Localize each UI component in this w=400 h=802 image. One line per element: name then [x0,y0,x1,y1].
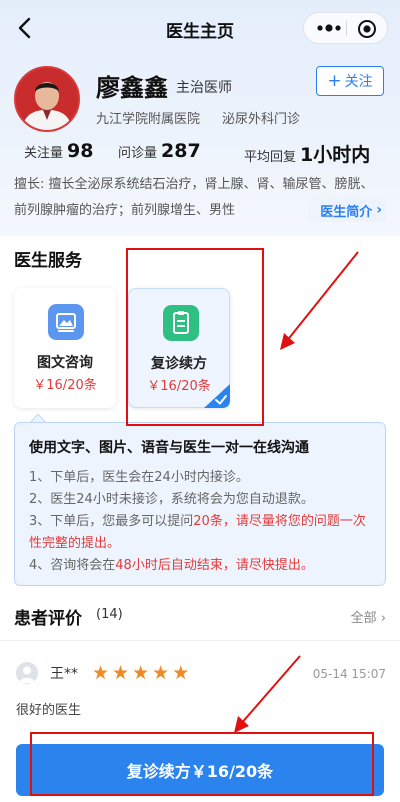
consults-label: 问诊量 [118,146,158,161]
service-name: 图文咨询 [37,355,93,371]
followers-stat: 关注量 98 [24,140,93,162]
doctor-title: 主治医师 [176,80,232,96]
chevron-right-icon: › [380,611,386,626]
chevron-right-icon: › [376,202,382,218]
reviews-count: (14) [96,607,123,622]
info-item-4-text: 4、咨询将会在 [29,558,116,573]
doctor-intro-label: 医生简介 [320,204,373,220]
star-icon: ★ [132,662,150,684]
doctor-name: 廖鑫鑫 [96,74,168,102]
info-item-2: 2、医生24小时未接诊，系统将会为您自动退款。 [29,492,314,507]
info-item-4-highlight: 48小时后自动结束，请尽快提出。 [115,558,314,573]
info-item-1: 1、下单后，医生会在24小时内接诊。 [29,470,249,485]
doctor-stats: 关注量 98 问诊量 287 平均回复 1小时内 [24,140,384,167]
reply-value: 1小时内 [300,144,371,166]
review-time: 05-14 15:07 [312,667,386,681]
divider [0,640,400,641]
reply-label: 平均回复 [244,150,297,165]
image-chat-icon [48,304,84,340]
follow-label: 关注 [344,74,373,90]
close-mini-program-icon[interactable] [356,18,378,40]
mini-program-capsule [303,12,388,44]
nav-bar: 医生主页 [0,0,400,58]
reviewer-avatar-icon [16,662,38,684]
reviews-title: 患者评价 [14,609,82,629]
follow-button[interactable]: + 关注 [316,66,384,96]
service-card-text-consult[interactable]: 图文咨询 ￥16/20条 [14,288,116,408]
annotation-box [30,732,374,796]
star-icon: ★ [92,662,110,684]
review-text: 很好的医生 [16,703,82,718]
review-rating: ★ ★ ★ ★ ★ [92,663,192,683]
annotation-box [126,248,264,426]
all-reviews-label: 全部 [350,611,377,626]
consults-stat: 问诊量 287 [118,140,201,162]
doctor-avatar [14,66,80,132]
services-title: 医生服务 [14,251,82,271]
info-item-3: 3、下单后，您最多可以提问20条，请尽量将您的问题一次性完整的提出。 [29,511,377,555]
capsule-divider [346,21,347,36]
star-icon: ★ [112,662,130,684]
consults-value: 287 [161,140,201,162]
department-name: 泌尿外科门诊 [222,112,301,127]
info-item-3-text: 3、下单后，您最多可以提问 [29,514,194,529]
plus-icon: + [327,70,342,91]
followers-value: 98 [67,140,94,162]
reviewer-name: 王** [50,666,78,682]
followers-label: 关注量 [24,146,64,161]
service-info-heading: 使用文字、图片、语音与医生一对一在线沟通 [29,440,309,456]
service-info-box: 使用文字、图片、语音与医生一对一在线沟通 1、下单后，医生会在24小时内接诊。 … [14,422,386,586]
doctor-intro-link[interactable]: 医生简介 › [308,198,386,222]
service-price: ￥16/20条 [33,378,97,393]
star-icon: ★ [172,662,190,684]
star-icon: ★ [152,662,170,684]
service-info-list: 1、下单后，医生会在24小时内接诊。 2、医生24小时未接诊，系统将会为您自动退… [29,467,377,577]
more-options-icon[interactable] [316,20,342,36]
hospital-name: 九江学院附属医院 [96,112,201,127]
all-reviews-link[interactable]: 全部 › [351,607,386,626]
info-item-4: 4、咨询将会在48小时后自动结束，请尽快提出。 [29,555,377,577]
reply-stat: 平均回复 1小时内 [244,140,370,167]
